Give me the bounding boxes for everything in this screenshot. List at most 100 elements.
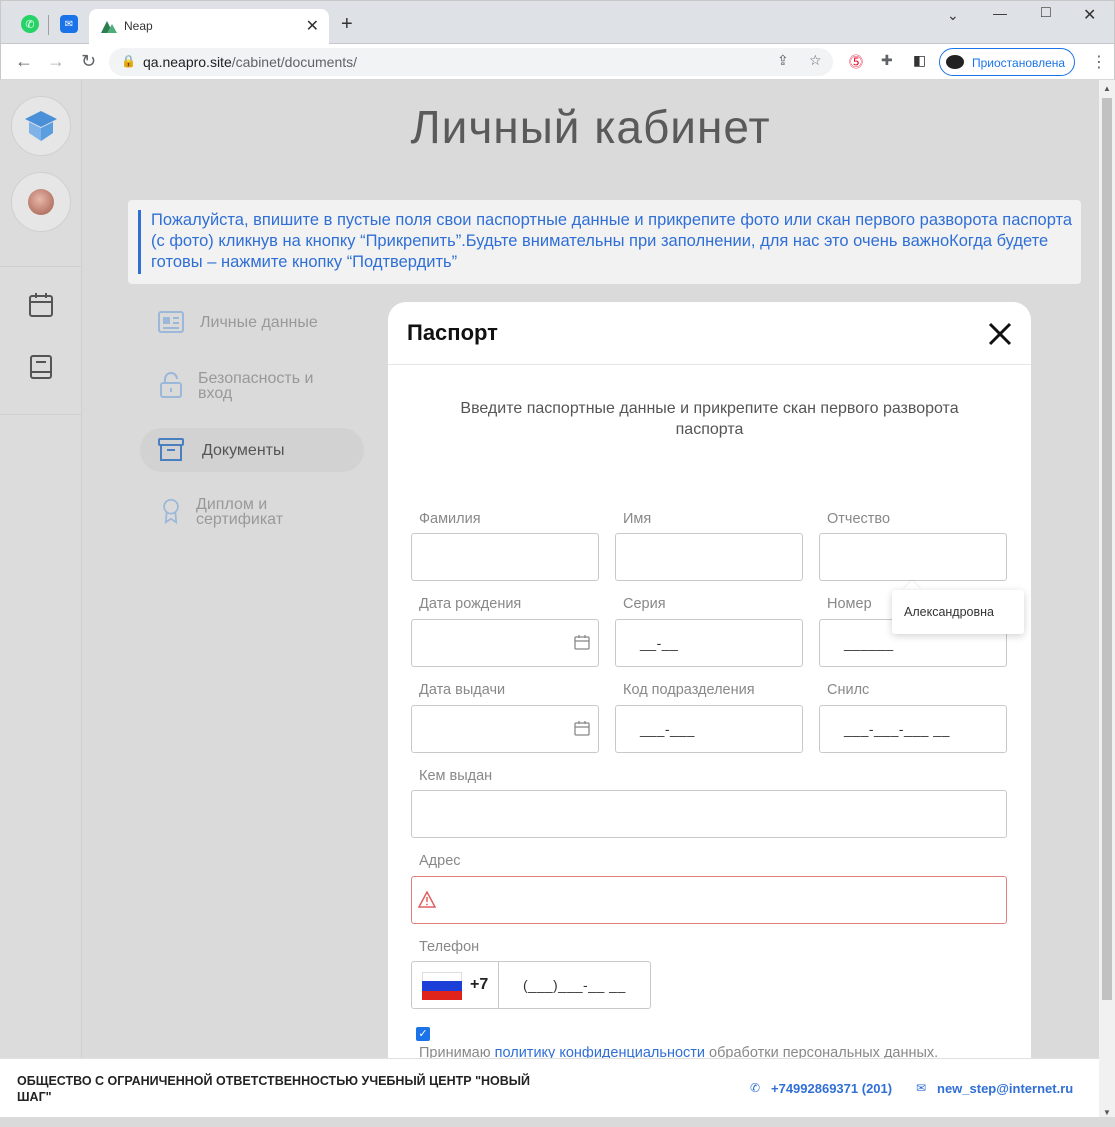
menu-item-documents[interactable]: Документы	[140, 428, 364, 472]
scroll-up-icon[interactable]: ▲	[1103, 84, 1111, 93]
patronymic-label: Отчество	[827, 511, 891, 527]
lock-icon	[160, 372, 182, 398]
award-ribbon-icon	[163, 498, 179, 524]
issued-by-label: Кем выдан	[419, 768, 493, 784]
browser-menu-icon[interactable]: ⋮	[1091, 52, 1107, 72]
menu-item-personal-data[interactable]: Личные данные	[140, 300, 364, 344]
avatar	[28, 189, 54, 215]
issue-date-field[interactable]	[411, 705, 599, 753]
name-field[interactable]	[615, 533, 803, 581]
back-arrow-icon[interactable]: ←	[15, 51, 33, 72]
instruction-notice: Пожалуйста, впишите в пустые поля свои п…	[128, 200, 1081, 284]
patronymic-field[interactable]	[819, 533, 1007, 581]
name-label: Имя	[623, 511, 652, 527]
menu-label-diploma: Диплом и сертификат	[196, 496, 284, 528]
calendar-icon[interactable]	[574, 634, 590, 650]
forward-arrow-icon[interactable]: →	[47, 51, 65, 72]
division-code-label: Код подразделения	[623, 682, 755, 698]
side-panel-icon[interactable]: ◧	[913, 52, 926, 69]
series-field[interactable]: __-__	[615, 619, 803, 667]
division-code-mask: ___-___	[640, 721, 695, 737]
bookmark-star-icon[interactable]: ☆	[809, 52, 822, 69]
series-label: Серия	[623, 596, 666, 612]
page-title: Личный кабинет	[410, 101, 771, 153]
scroll-down-icon[interactable]: ▼	[1103, 1108, 1111, 1117]
extensions-puzzle-icon[interactable]: ✚	[881, 52, 893, 69]
url-input[interactable]: 🔒 qa.neapro.site/cabinet/documents/ ⇪ ☆	[109, 48, 833, 76]
calendar-icon[interactable]	[28, 292, 54, 318]
maximize-icon[interactable]: □	[1041, 4, 1051, 22]
autocomplete-suggestion[interactable]: Александровна	[892, 590, 1024, 634]
reload-icon[interactable]: ↻	[81, 51, 96, 72]
whatsapp-pinned-tab-icon[interactable]: ✆	[21, 15, 39, 33]
bottom-strip	[0, 1117, 1115, 1127]
company-name: ОБЩЕСТВО С ОГРАНИЧЕННОЙ ОТВЕТСТВЕННОСТЬЮ…	[17, 1074, 531, 1104]
footer-email-link[interactable]: new_step@internet.ru	[937, 1081, 1073, 1096]
calendar-icon[interactable]	[574, 720, 590, 736]
menu-item-diploma[interactable]: Диплом и сертификат	[140, 490, 364, 534]
phone-icon: ✆	[750, 1081, 761, 1095]
phone-number-field[interactable]: (___)___-__ __	[499, 961, 651, 1009]
modal-title: Паспорт	[407, 320, 498, 345]
number-label: Номер	[827, 596, 872, 612]
snils-mask: ___-___-___ __	[844, 721, 950, 737]
footer: ОБЩЕСТВО С ОГРАНИЧЕННОЙ ОТВЕТСТВЕННОСТЬЮ…	[0, 1058, 1099, 1117]
tab-close-icon[interactable]: ✕	[306, 16, 319, 36]
scrollbar-thumb[interactable]	[1102, 98, 1112, 1000]
phone-country-code: +7	[470, 976, 489, 993]
snils-field[interactable]: ___-___-___ __	[819, 705, 1007, 753]
menu-item-security[interactable]: Безопасность и вход	[140, 362, 364, 406]
series-mask: __-__	[640, 635, 679, 651]
page-scrollbar[interactable]: ▲ ▼	[1099, 80, 1115, 1127]
menu-label-security: Безопасность и вход	[198, 370, 314, 402]
page: Личный кабинет Пожалуйста, впишите в пус…	[0, 80, 1115, 1127]
profile-button[interactable]: Приостановлена	[939, 48, 1075, 76]
pinterest-extension-icon[interactable]: ⓹	[849, 52, 863, 72]
tab-title: Neap	[124, 19, 153, 33]
modal-subtitle: Введите паспортные данные и прикрепите с…	[460, 400, 959, 438]
modal-divider	[388, 364, 1031, 365]
surname-label: Фамилия	[419, 511, 481, 527]
window-close-icon[interactable]: ✕	[1083, 5, 1096, 25]
graduation-cap-icon	[25, 111, 57, 141]
phone-mask: (___)___-__ __	[523, 977, 626, 993]
phone-label: Телефон	[419, 939, 480, 955]
email-icon: ✉	[916, 1081, 927, 1095]
snils-label: Снилс	[827, 682, 870, 698]
close-icon[interactable]	[986, 320, 1014, 348]
consent-checkbox[interactable]: ✓	[416, 1027, 430, 1041]
profile-status: Приостановлена	[972, 56, 1066, 70]
book-icon[interactable]	[28, 354, 54, 380]
notice-text: Пожалуйста, впишите в пустые поля свои п…	[151, 211, 1073, 271]
address-field[interactable]	[411, 876, 1007, 924]
number-mask: ______	[844, 635, 894, 651]
surname-field[interactable]	[411, 533, 599, 581]
url-text: qa.neapro.site/cabinet/documents/	[143, 54, 358, 70]
menu-label-documents: Документы	[202, 442, 285, 459]
user-avatar-button[interactable]	[11, 172, 71, 232]
mail-pinned-tab-icon[interactable]: ✉	[60, 15, 78, 33]
division-code-field[interactable]: ___-___	[615, 705, 803, 753]
footer-phone-link[interactable]: +74992869371 (201)	[771, 1081, 892, 1096]
left-sidebar	[0, 80, 82, 1127]
id-card-icon	[158, 311, 184, 333]
share-icon[interactable]: ⇪	[777, 52, 789, 69]
lock-icon: 🔒	[121, 54, 136, 68]
sidebar-divider	[0, 414, 82, 415]
issue-date-label: Дата выдачи	[419, 682, 506, 698]
address-label: Адрес	[419, 853, 461, 869]
logo-button[interactable]	[11, 96, 71, 156]
minimize-icon[interactable]: —	[993, 5, 1007, 21]
country-code-selector[interactable]: +7	[411, 961, 499, 1009]
active-tab[interactable]: Neap ✕	[89, 9, 329, 45]
birthdate-field[interactable]	[411, 619, 599, 667]
issued-by-field[interactable]	[411, 790, 1007, 838]
sidebar-divider	[0, 266, 82, 267]
menu-label-personal: Личные данные	[200, 314, 318, 331]
new-tab-button[interactable]: +	[341, 13, 353, 36]
tab-separator	[48, 15, 49, 35]
tab-search-chevron-icon[interactable]: ⌄	[947, 7, 959, 24]
profile-avatar-icon	[946, 55, 964, 69]
browser-tab-bar: ✆ ✉ Neap ✕ + ⌄ — □ ✕	[0, 0, 1115, 45]
warning-icon	[418, 891, 436, 908]
